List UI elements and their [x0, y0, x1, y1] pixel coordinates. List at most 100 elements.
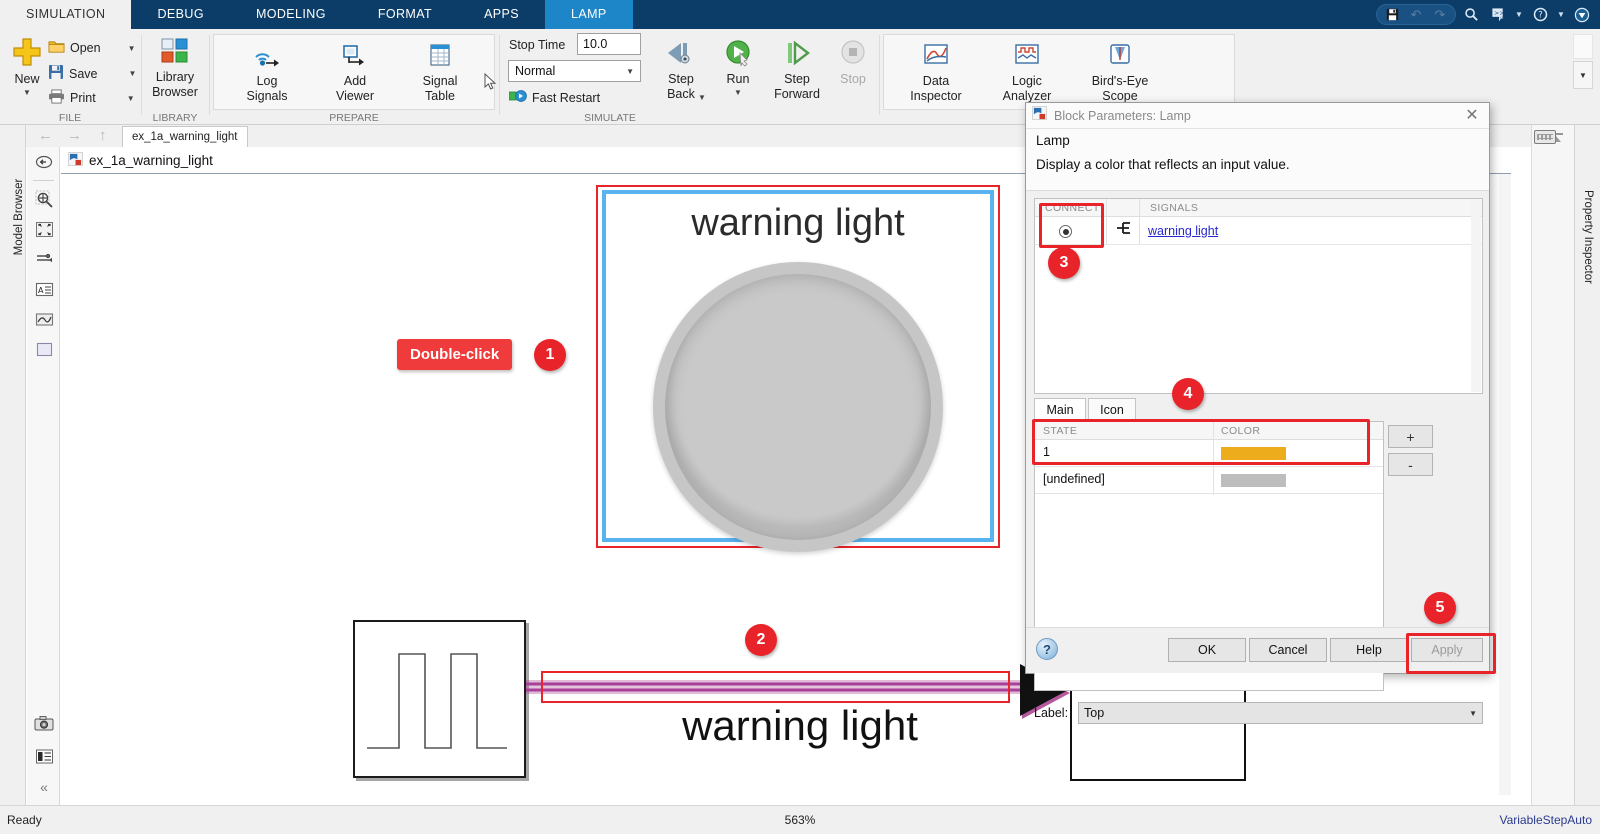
add-viewer-button[interactable]: Add Viewer [320, 43, 390, 103]
canvas-vertical-scrollbar[interactable] [1499, 174, 1511, 795]
tab-simulation[interactable]: SIMULATION [0, 0, 132, 29]
save-chevron-down-icon[interactable]: ▼ [129, 69, 137, 78]
log-signals-button[interactable]: Log Signals [232, 43, 302, 103]
camera-icon[interactable] [32, 712, 56, 736]
open-button[interactable]: Open ▼ [48, 39, 136, 57]
ok-button[interactable]: OK [1168, 638, 1246, 662]
model-browser-strip[interactable]: Model Browser [0, 125, 26, 805]
navigate-back-icon[interactable] [32, 150, 56, 174]
quick-access-icon[interactable]: >> [1486, 4, 1510, 26]
dialog-description: Display a color that reflects an input v… [1036, 157, 1290, 172]
library-browser-button[interactable]: Library Browser [142, 37, 208, 99]
open-button-label: Open [70, 41, 101, 55]
ribbon-group-library: Library Browser LIBRARY [142, 29, 208, 125]
tab-modeling-label: MODELING [255, 7, 326, 21]
block-parameters-dialog[interactable]: Block Parameters: Lamp ✕ Lamp Display a … [1025, 102, 1490, 724]
tab-format[interactable]: FORMAT [352, 0, 458, 29]
property-inspector-label: Property Inspector [1582, 190, 1594, 284]
stop-time-input[interactable]: 10.0 [577, 33, 641, 55]
up-arrow-icon[interactable]: ↑ [99, 127, 107, 144]
signal-port-icon [1115, 221, 1135, 240]
tab-modeling[interactable]: MODELING [230, 0, 352, 29]
tab-lamp[interactable]: LAMP [545, 0, 633, 29]
model-file-tab[interactable]: ex_1a_warning_light [122, 126, 248, 147]
data-inspector-button[interactable]: Data Inspector [894, 43, 978, 103]
birds-eye-label-2: Scope [1102, 88, 1138, 103]
signal-table-label-2: Table [425, 88, 455, 103]
add-state-button[interactable]: + [1388, 425, 1433, 448]
step-back-chevron-down-icon[interactable]: ▼ [698, 93, 706, 102]
signal-table-button[interactable]: Signal Table [405, 43, 475, 103]
fast-restart-button[interactable]: Fast Restart [508, 89, 600, 106]
simulation-mode-select[interactable]: Normal ▼ [508, 60, 641, 82]
add-viewer-label-2: Viewer [336, 88, 374, 103]
dialog-title: Block Parameters: Lamp [1054, 108, 1191, 123]
step-forward-button[interactable]: Step Forward [764, 39, 830, 101]
signal-name-link[interactable]: warning light [1148, 224, 1218, 238]
state-color-swatch-2[interactable] [1221, 474, 1286, 487]
zoom-in-icon[interactable] [32, 187, 56, 211]
tab-apps[interactable]: APPS [458, 0, 545, 29]
print-chevron-down-icon[interactable]: ▼ [127, 94, 135, 103]
label-row: Label: Top ▼ [1034, 701, 1483, 725]
status-solver[interactable]: VariableStepAuto [1499, 813, 1592, 827]
fit-to-view-icon[interactable] [32, 217, 56, 241]
step-back-button[interactable]: Step Back [650, 39, 712, 101]
quick-access-chevron-down-icon[interactable]: ▼ [1513, 10, 1525, 19]
canvas-tool-column: A « [27, 147, 60, 805]
cancel-button[interactable]: Cancel [1249, 638, 1327, 662]
new-chevron-down-icon[interactable]: ▼ [23, 88, 31, 97]
signals-table-scrollbar[interactable] [1471, 200, 1481, 392]
tab-main-label: Main [1046, 403, 1074, 417]
annotation-badge-2-label: 2 [756, 631, 766, 648]
birds-eye-scope-button[interactable]: Bird's-Eye Scope [1070, 43, 1170, 103]
keyboard-icon[interactable] [1534, 130, 1556, 144]
run-chevron-down-icon[interactable]: ▼ [734, 88, 742, 97]
new-button-label: New [14, 72, 40, 87]
log-signals-icon [252, 43, 282, 72]
log-signals-label-2: Signals [246, 88, 288, 103]
forward-arrow-icon[interactable]: → [67, 127, 82, 144]
new-button[interactable]: New ▼ [6, 37, 48, 97]
lamp-block[interactable]: warning light [602, 190, 994, 552]
save-button[interactable]: Save ▼ [48, 64, 136, 83]
plot-annotation-icon[interactable] [32, 307, 56, 331]
pulse-waveform-icon [367, 653, 507, 749]
help-icon[interactable]: ? [1036, 638, 1058, 660]
property-inspector-strip[interactable]: Property Inspector [1574, 125, 1600, 805]
add-viewer-label-1: Add [343, 74, 367, 89]
print-button[interactable]: Print ▼ [48, 89, 135, 107]
tab-debug-label: DEBUG [157, 7, 204, 21]
floppy-disk-icon [48, 64, 64, 83]
stop-time-value: 10.0 [583, 36, 608, 51]
legend-icon[interactable] [32, 744, 56, 768]
remove-state-button[interactable]: - [1388, 453, 1433, 476]
close-icon[interactable]: ✕ [1463, 107, 1481, 125]
back-arrow-icon[interactable]: ← [38, 127, 53, 144]
data-inspector-label-1: Data [922, 74, 950, 89]
lamp-indicator [653, 262, 943, 552]
help-chevron-down-icon[interactable]: ▼ [1555, 10, 1567, 19]
area-icon[interactable] [32, 337, 56, 361]
save-icon[interactable] [1380, 4, 1404, 26]
open-chevron-down-icon[interactable]: ▼ [128, 44, 136, 53]
breadcrumb-model-name[interactable]: ex_1a_warning_light [89, 153, 213, 168]
pulse-generator-block[interactable] [353, 620, 526, 778]
run-button[interactable]: Run ▼ [712, 39, 764, 97]
signal-line-highlight [541, 671, 1010, 703]
table-row[interactable]: [undefined] [1035, 467, 1383, 494]
user-icon[interactable] [1570, 4, 1594, 26]
tab-debug[interactable]: DEBUG [131, 0, 229, 29]
logic-analyzer-button[interactable]: Logic Analyzer [985, 43, 1069, 103]
search-icon[interactable] [1459, 4, 1483, 26]
signal-routing-icon[interactable] [32, 247, 56, 271]
undo-icon[interactable]: ↶ [1404, 4, 1428, 26]
help-icon[interactable]: ? [1528, 4, 1552, 26]
ribbon-collapse-chevron-down-icon[interactable]: ▼ [1573, 61, 1593, 89]
collapse-tools-icon[interactable]: « [32, 775, 56, 799]
label-select[interactable]: Top ▼ [1078, 702, 1483, 724]
annotation-icon[interactable]: A [32, 277, 56, 301]
data-inspector-label-2: Inspector [910, 88, 962, 103]
redo-icon[interactable]: ↷ [1428, 4, 1452, 26]
help-button[interactable]: Help [1330, 638, 1408, 662]
